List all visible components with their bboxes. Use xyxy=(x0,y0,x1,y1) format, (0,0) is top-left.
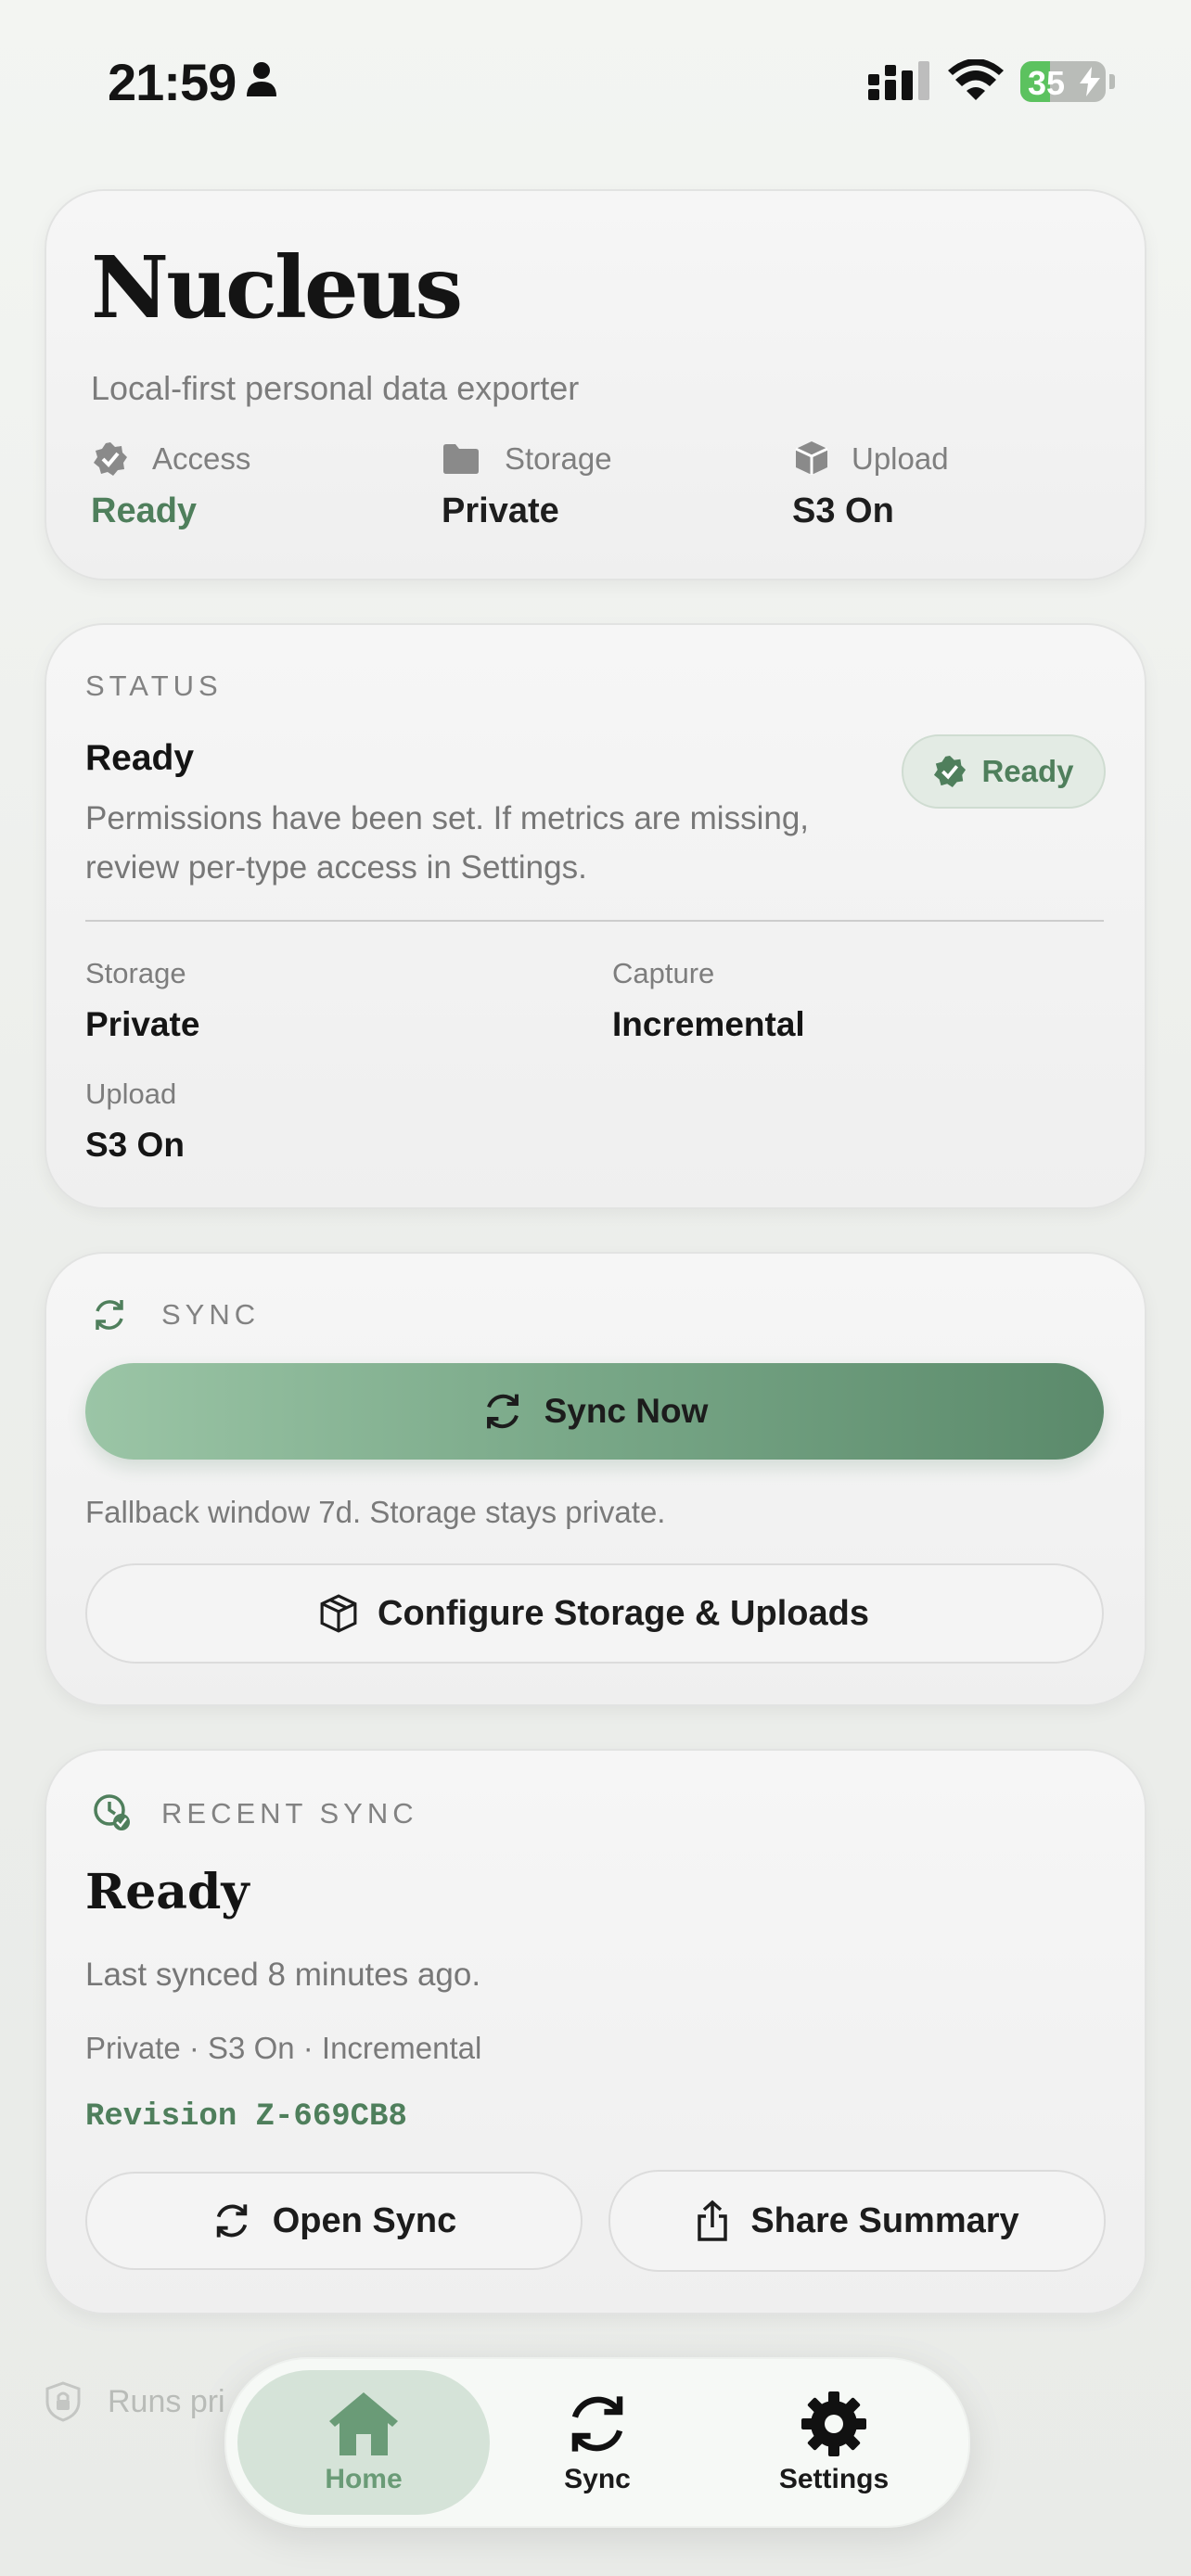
wifi-icon xyxy=(948,59,1004,100)
tab-home-label: Home xyxy=(325,2464,403,2494)
verified-badge-icon xyxy=(94,442,127,476)
sync-icon xyxy=(486,1394,519,1429)
last-synced-text: Last synced 8 minutes ago. xyxy=(85,1957,481,1993)
tab-bar: Home Sync Settings xyxy=(224,2357,970,2528)
capture-field-value: Incremental xyxy=(612,1005,805,1043)
recent-sync-section-label: RECENT SYNC xyxy=(161,1797,418,1830)
verified-badge-icon xyxy=(934,755,967,788)
status-title: Ready xyxy=(85,738,195,778)
upload-value: S3 On xyxy=(792,491,894,530)
privacy-footer-text: Runs pri xyxy=(108,2383,225,2419)
storage-label: Storage xyxy=(505,441,612,476)
privacy-footer: Runs pri xyxy=(45,2381,225,2422)
sync-icon xyxy=(571,2396,623,2452)
battery-indicator: 35 xyxy=(1020,61,1106,102)
sync-icon xyxy=(96,1300,123,1330)
status-divider xyxy=(85,920,1104,922)
sync-note: Fallback window 7d. Storage stays privat… xyxy=(85,1495,666,1529)
share-icon xyxy=(698,2200,728,2241)
app-subtitle: Local-first personal data exporter xyxy=(91,369,580,407)
battery-level: 35 xyxy=(1028,64,1066,102)
recent-sync-title: Ready xyxy=(85,1864,250,1920)
sync-summary-text: Private · S3 On · Incremental xyxy=(85,2031,482,2065)
battery-cap xyxy=(1109,74,1115,89)
storage-field-label: Storage xyxy=(85,957,186,989)
configure-storage-button[interactable]: Configure Storage & Uploads xyxy=(85,1563,1104,1664)
access-value: Ready xyxy=(91,491,198,530)
cube-icon xyxy=(320,1594,357,1633)
access-label: Access xyxy=(152,441,251,476)
upload-field-value: S3 On xyxy=(85,1126,185,1164)
status-card xyxy=(45,623,1146,1209)
tab-sync[interactable]: Sync xyxy=(486,2359,709,2526)
charging-bolt-icon xyxy=(1080,67,1100,96)
share-summary-button[interactable]: Share Summary xyxy=(608,2170,1106,2272)
cellular-signal-icon xyxy=(868,61,929,100)
home-icon xyxy=(329,2392,398,2455)
status-bar-time: 21:59 xyxy=(108,53,237,111)
shield-lock-icon xyxy=(45,2381,81,2422)
storage-field-value: Private xyxy=(85,1005,200,1043)
app-title: Nucleus xyxy=(91,237,463,338)
person-icon xyxy=(247,62,276,96)
capture-field-label: Capture xyxy=(612,957,715,989)
upload-label: Upload xyxy=(852,441,949,476)
tab-sync-label: Sync xyxy=(564,2464,631,2494)
open-sync-button[interactable]: Open Sync xyxy=(85,2172,583,2270)
open-sync-label: Open Sync xyxy=(272,2200,457,2240)
gear-icon xyxy=(801,2391,866,2456)
sync-icon xyxy=(216,2204,247,2238)
status-badge-label: Ready xyxy=(981,754,1074,788)
configure-storage-label: Configure Storage & Uploads xyxy=(378,1593,869,1633)
tab-settings-label: Settings xyxy=(778,2464,890,2494)
status-description: Permissions have been set. If metrics ar… xyxy=(85,800,810,886)
tab-settings[interactable]: Settings xyxy=(718,2359,950,2526)
tab-home[interactable]: Home xyxy=(237,2359,490,2526)
clock-check-icon xyxy=(94,1794,130,1830)
upload-field-label: Upload xyxy=(85,1078,177,1110)
status-badge: Ready xyxy=(902,734,1106,809)
status-section-label: STATUS xyxy=(85,670,223,702)
folder-icon xyxy=(443,444,479,474)
sync-now-label: Sync Now xyxy=(544,1392,709,1430)
storage-value: Private xyxy=(442,491,559,530)
cube-icon xyxy=(795,441,828,475)
sync-now-button[interactable]: Sync Now xyxy=(85,1363,1104,1460)
sync-section-label: SYNC xyxy=(161,1298,261,1331)
share-summary-label: Share Summary xyxy=(750,2200,1019,2240)
revision-id: Revision Z-669CB8 xyxy=(85,2099,407,2135)
